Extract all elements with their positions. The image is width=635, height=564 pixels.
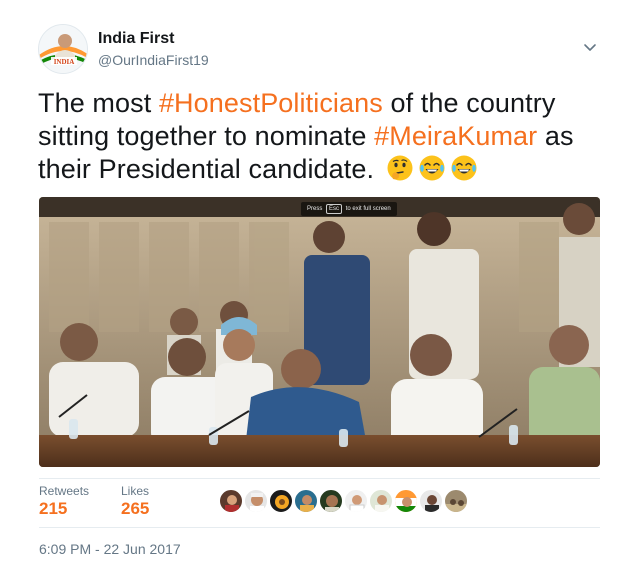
liker-avatar[interactable] [444, 489, 468, 513]
retweets-count[interactable]: 215 [39, 499, 67, 519]
hint-prefix: Press [307, 206, 323, 212]
author-name[interactable]: India First [98, 29, 174, 49]
liker-avatar-image [250, 493, 264, 512]
author-handle[interactable]: @OurIndiaFirst19 [98, 51, 209, 69]
stats-divider-bottom [39, 527, 600, 528]
liker-avatar-image [225, 495, 239, 512]
hashtag-link[interactable]: #MeiraKumar [374, 121, 537, 151]
liker-avatar-image [375, 495, 389, 512]
esc-key-badge: Esc [326, 204, 343, 214]
liker-avatar-image [425, 495, 439, 512]
hint-suffix: to exit full screen [345, 206, 391, 212]
liker-avatar-image [325, 495, 339, 512]
likes-label[interactable]: Likes [121, 484, 149, 498]
liker-avatar[interactable] [344, 489, 368, 513]
face-with-tears-of-joy-emoji [451, 155, 477, 181]
liker-avatar[interactable] [394, 489, 418, 513]
hashtag-link[interactable]: #HonestPoliticians [159, 88, 383, 118]
liker-avatar-image [349, 495, 365, 512]
liker-avatar[interactable] [419, 489, 443, 513]
likes-count[interactable]: 265 [121, 499, 149, 519]
meeting-photo [39, 197, 600, 467]
liker-avatar-image [395, 497, 417, 512]
liker-avatar[interactable] [244, 489, 268, 513]
tweet-text-segment: The most [38, 88, 159, 118]
liker-avatar[interactable] [294, 489, 318, 513]
tweet-timestamp[interactable]: 6:09 PM - 22 Jun 2017 [39, 541, 181, 557]
thinking-face-emoji [387, 155, 413, 181]
liker-avatar-image [300, 495, 314, 512]
stats-divider-top [39, 478, 600, 479]
avatar-logo-text: INDIA [54, 58, 75, 66]
tweet-text: The most #HonestPoliticians of the count… [38, 87, 598, 186]
chevron-down-icon[interactable] [582, 42, 598, 54]
liker-avatar[interactable] [219, 489, 243, 513]
fullscreen-exit-hint: Press Esc to exit full screen [301, 202, 397, 216]
liker-avatar-image [275, 495, 289, 509]
tweet-media-photo[interactable]: Press Esc to exit full screen [39, 197, 600, 467]
tweet-card: INDIA India First @OurIndiaFirst19 The m… [0, 0, 635, 564]
liker-avatar[interactable] [319, 489, 343, 513]
avatar-image: INDIA [39, 25, 87, 73]
retweets-label[interactable]: Retweets [39, 484, 89, 498]
liker-avatar[interactable] [369, 489, 393, 513]
face-with-tears-of-joy-emoji [419, 155, 445, 181]
liker-avatar-image [445, 499, 467, 512]
author-avatar[interactable]: INDIA [38, 24, 88, 74]
liker-avatar[interactable] [269, 489, 293, 513]
